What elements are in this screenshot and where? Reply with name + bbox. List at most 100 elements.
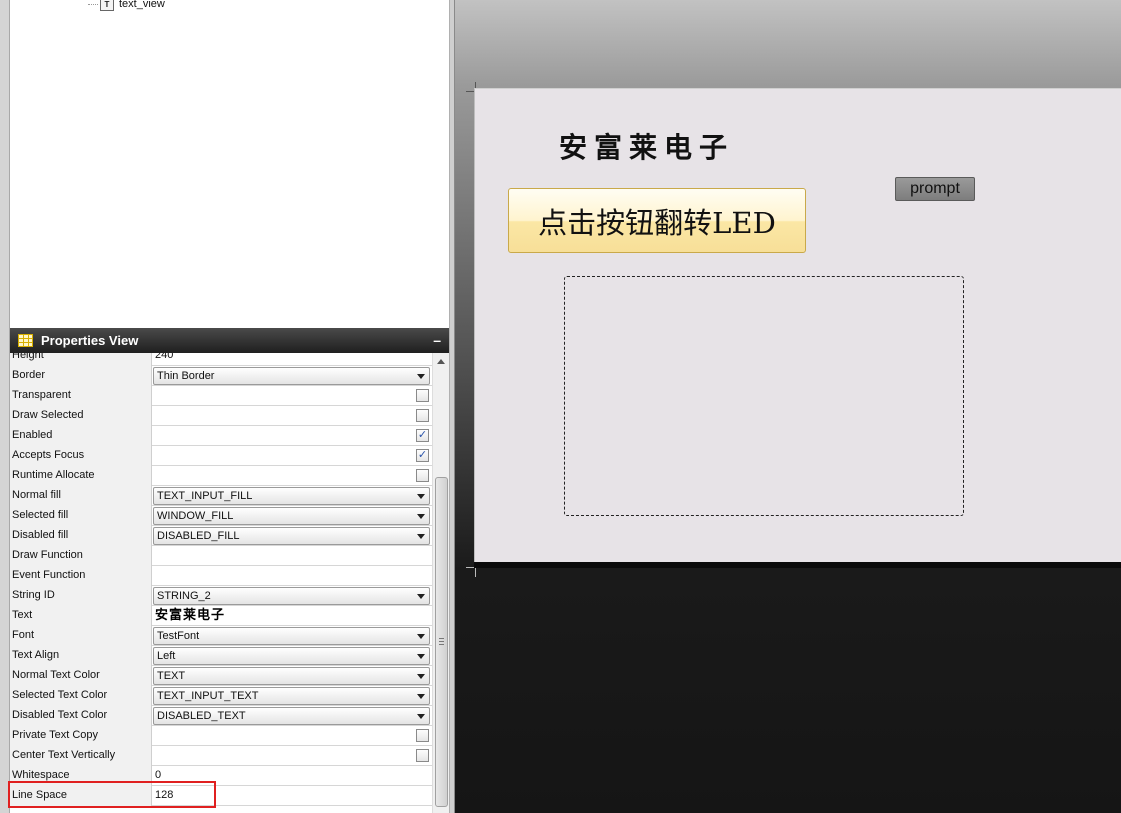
property-value[interactable]: ✓ [153,426,432,446]
property-row[interactable]: Center Text Vertically [10,746,432,766]
property-row[interactable]: Event Function [10,566,432,586]
property-row[interactable]: Accepts Focus ✓ [10,446,432,466]
property-checkbox[interactable] [416,749,429,762]
property-value[interactable] [153,546,432,566]
property-value[interactable]: ✓ [153,446,432,466]
dropdown-value: STRING_2 [157,590,211,602]
chevron-down-icon [417,694,425,699]
property-dropdown[interactable]: TEXT_INPUT_TEXT [153,687,430,705]
dropdown-value: WINDOW_FILL [157,510,234,522]
property-dropdown[interactable]: Left [153,647,430,665]
property-name: Disabled fill [10,526,152,546]
property-name: Accepts Focus [10,446,152,466]
property-dropdown[interactable]: TEXT_INPUT_FILL [153,487,430,505]
widget-tree: T text_view [10,0,454,328]
property-checkbox[interactable] [416,389,429,402]
property-row[interactable]: Normal Text Color TEXT [10,666,432,686]
property-row[interactable]: Height 240 [10,353,432,366]
property-name: Text Align [10,646,152,666]
property-name: Text [10,606,152,626]
property-value[interactable]: DISABLED_FILL [153,526,432,546]
prompt-button[interactable]: prompt [895,177,975,201]
property-value[interactable] [153,566,432,586]
property-dropdown[interactable]: DISABLED_FILL [153,527,430,545]
property-name: Normal fill [10,486,152,506]
toggle-led-button[interactable]: 点击按钮翻转LED [508,188,806,253]
chevron-down-icon [417,594,425,599]
property-name: Selected fill [10,506,152,526]
property-value[interactable]: DISABLED_TEXT [153,706,432,726]
property-name: Height [10,353,152,366]
property-name: String ID [10,586,152,606]
property-value[interactable]: 240 [153,353,432,366]
property-row[interactable]: String ID STRING_2 [10,586,432,606]
property-checkbox[interactable] [416,409,429,422]
property-row[interactable]: Normal fill TEXT_INPUT_FILL [10,486,432,506]
chevron-down-icon [417,534,425,539]
property-dropdown[interactable]: WINDOW_FILL [153,507,430,525]
property-value[interactable] [153,726,432,746]
property-value[interactable]: TEXT_INPUT_TEXT [153,686,432,706]
property-value[interactable] [153,386,432,406]
property-dropdown[interactable]: TestFont [153,627,430,645]
property-text-value: 240 [155,353,174,361]
property-name: Runtime Allocate [10,466,152,486]
property-checkbox[interactable]: ✓ [416,429,429,442]
property-value[interactable]: Left [153,646,432,666]
property-name: Transparent [10,386,152,406]
properties-scrollbar[interactable] [432,353,449,813]
property-dropdown[interactable]: Thin Border [153,367,430,385]
property-value[interactable] [153,466,432,486]
left-edge-strip [0,0,10,813]
property-row[interactable]: Font TestFont [10,626,432,646]
properties-table: Height 240 Border Thin Border Transparent Dra… [10,353,432,813]
scroll-thumb[interactable] [435,477,448,807]
tree-item-label: text_view [119,0,165,10]
property-value[interactable]: STRING_2 [153,586,432,606]
property-value[interactable] [153,746,432,766]
dropdown-value: TEXT_INPUT_FILL [157,490,253,502]
property-checkbox[interactable]: ✓ [416,449,429,462]
property-row[interactable]: Runtime Allocate [10,466,432,486]
highlight-annotation [8,781,216,808]
property-row[interactable]: Disabled Text Color DISABLED_TEXT [10,706,432,726]
property-value[interactable] [153,406,432,426]
property-row[interactable]: Text Align Left [10,646,432,666]
property-row[interactable]: Text 安富莱电子 [10,606,432,626]
dropdown-value: DISABLED_TEXT [157,710,246,722]
property-value[interactable]: Thin Border [153,366,432,386]
chevron-down-icon [417,674,425,679]
properties-view-title: Properties View [41,333,139,348]
property-row[interactable]: Private Text Copy [10,726,432,746]
property-value[interactable]: TEXT_INPUT_FILL [153,486,432,506]
scroll-up-arrow-icon[interactable] [437,359,445,364]
minimize-icon[interactable]: – [433,332,441,348]
property-dropdown[interactable]: TEXT [153,667,430,685]
property-value[interactable]: 安富莱电子 [153,606,432,626]
text-view-widget[interactable] [564,276,964,516]
property-checkbox[interactable] [416,469,429,482]
property-name: Draw Selected [10,406,152,426]
property-name: Selected Text Color [10,686,152,706]
property-checkbox[interactable] [416,729,429,742]
property-row[interactable]: Transparent [10,386,432,406]
tree-item-text-view[interactable]: T text_view [88,0,165,11]
property-row[interactable]: Selected fill WINDOW_FILL [10,506,432,526]
screen-title-text[interactable]: 安富莱电子 [559,126,734,166]
property-value[interactable]: WINDOW_FILL [153,506,432,526]
property-name: Border [10,366,152,386]
property-row[interactable]: Draw Selected [10,406,432,426]
property-row[interactable]: Draw Function [10,546,432,566]
chevron-down-icon [417,654,425,659]
property-value[interactable]: TestFont [153,626,432,646]
property-row[interactable]: Selected Text Color TEXT_INPUT_TEXT [10,686,432,706]
property-dropdown[interactable]: STRING_2 [153,587,430,605]
property-row[interactable]: Disabled fill DISABLED_FILL [10,526,432,546]
dropdown-value: DISABLED_FILL [157,530,240,542]
property-name: Disabled Text Color [10,706,152,726]
property-row[interactable]: Border Thin Border [10,366,432,386]
property-dropdown[interactable]: DISABLED_TEXT [153,707,430,725]
property-row[interactable]: Enabled ✓ [10,426,432,446]
property-value[interactable]: TEXT [153,666,432,686]
canvas-screen-bottom [474,562,1121,568]
